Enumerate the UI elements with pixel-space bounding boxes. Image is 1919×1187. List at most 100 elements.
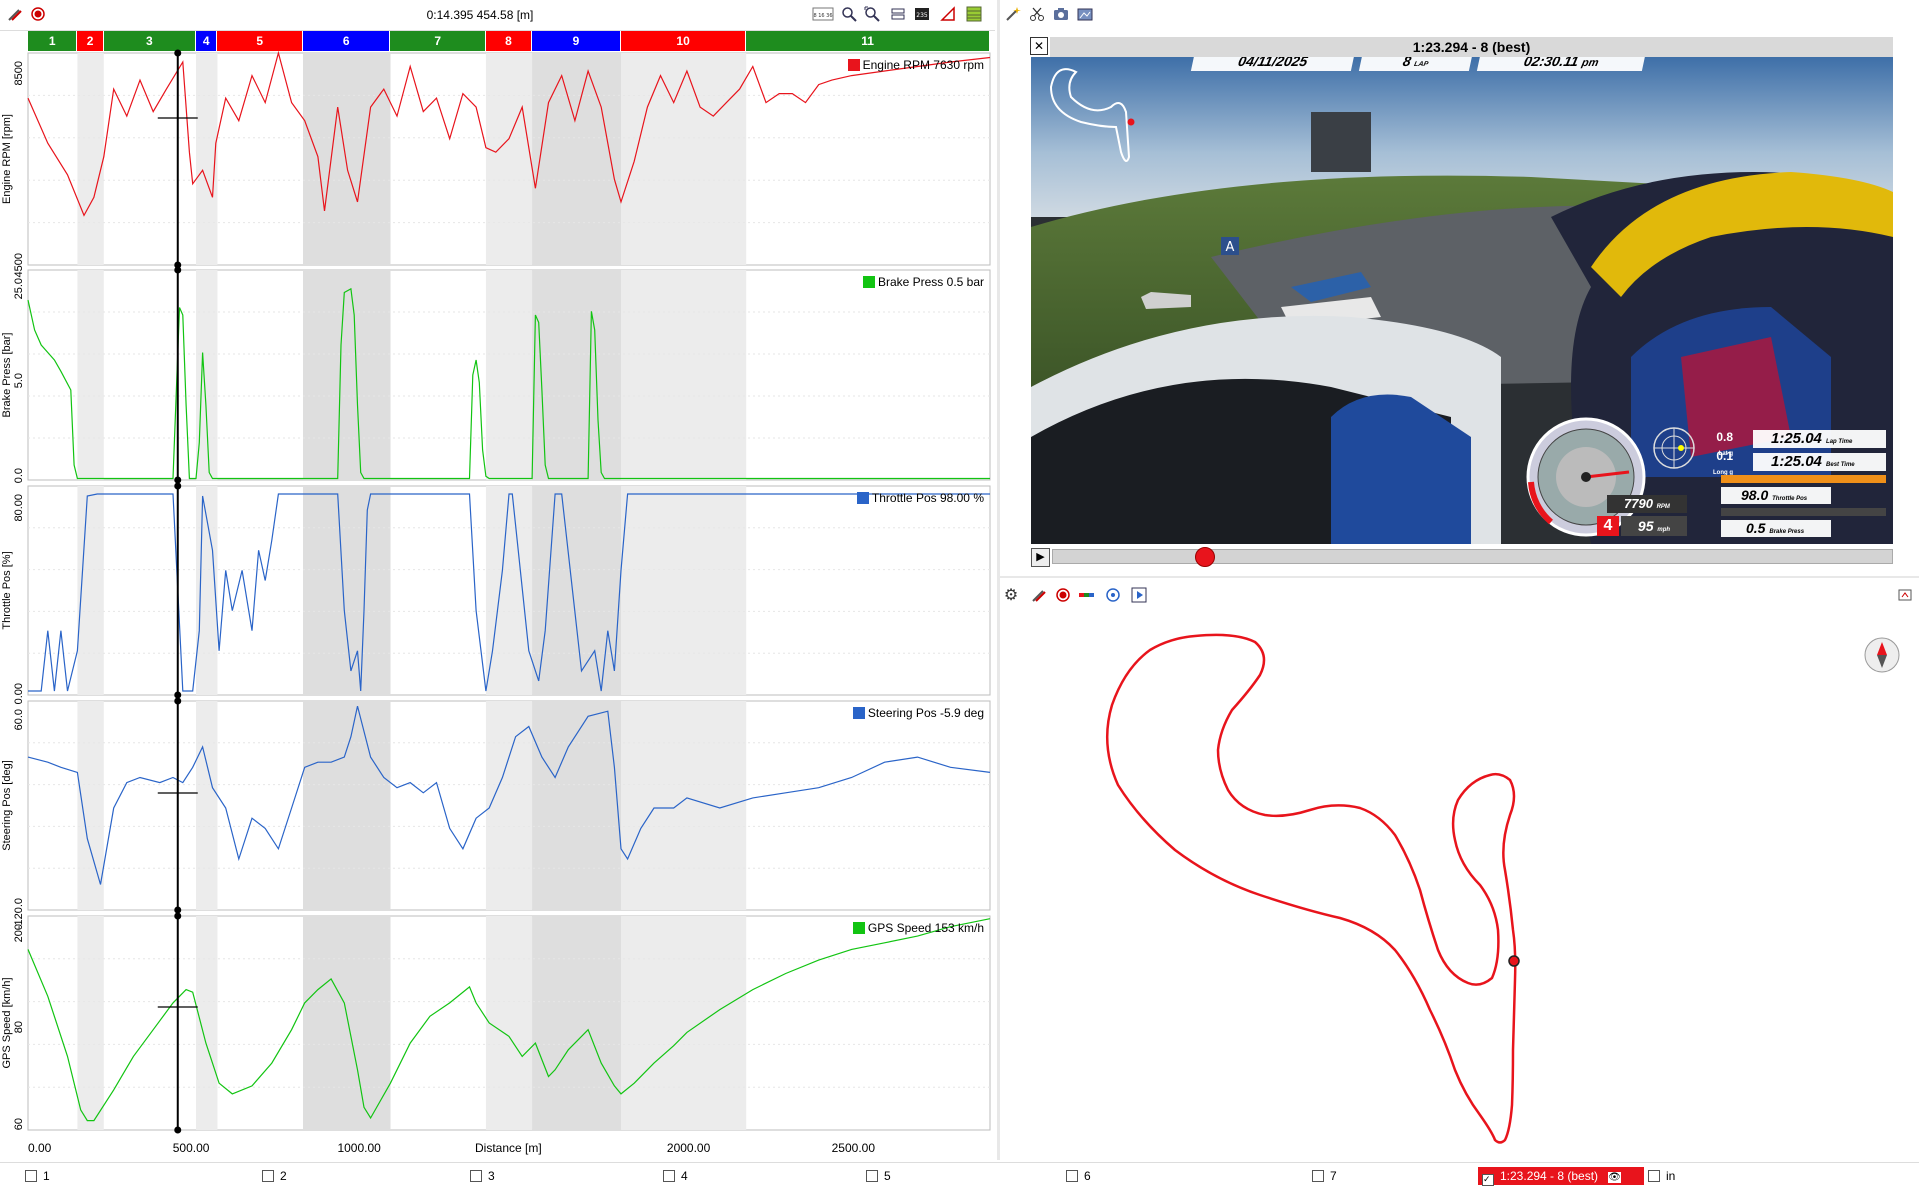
cursor-handle[interactable] — [174, 912, 182, 920]
hud-best-time: 1:25.04 Best Time — [1753, 453, 1886, 471]
onboard-video[interactable]: A 04/11/2025 8 LAP 02:30.11 pm 7790 RPM … — [1031, 57, 1893, 544]
color-bar-icon[interactable] — [1078, 587, 1096, 605]
x-tick-label: 1000.00 — [337, 1141, 381, 1155]
video-close-button[interactable]: ✕ — [1030, 37, 1048, 55]
lap-slot-6[interactable]: 6 — [1066, 1167, 1091, 1185]
hud-throttle: 98.0 Throttle Pos — [1721, 487, 1831, 504]
corner-band — [303, 916, 391, 1130]
compass-icon[interactable] — [1864, 637, 1900, 673]
hud-clock: 02:30.11 pm — [1476, 57, 1647, 71]
lap-slot-4[interactable]: 4 — [663, 1167, 688, 1185]
record-icon[interactable] — [1054, 587, 1072, 605]
slot-checkbox[interactable] — [663, 1170, 675, 1182]
corner-band — [532, 916, 622, 1130]
car-position-marker[interactable] — [1508, 955, 1520, 967]
lap-slot-3[interactable]: 3 — [470, 1167, 495, 1185]
pane-divider-horizontal[interactable] — [1000, 576, 1919, 578]
image-export-icon[interactable] — [1076, 6, 1094, 24]
video-play-button[interactable]: ▶ — [1031, 548, 1050, 567]
y-tick-label: 80.00 — [13, 494, 25, 522]
cursor-handle[interactable] — [174, 476, 182, 484]
cursor-handle[interactable] — [174, 266, 182, 274]
cursor-handle[interactable] — [174, 691, 182, 699]
video-title-bar: 1:23.294 - 8 (best) — [1050, 37, 1893, 57]
y-tick-label: 200 — [13, 924, 25, 942]
y-tick-label: 60.0 — [13, 709, 25, 730]
slot-label: 7 — [1330, 1169, 1337, 1183]
channel-name: Steering Pos — [867, 706, 940, 720]
corner-band — [532, 701, 622, 910]
y-tick-label: 0.0 — [13, 468, 25, 483]
corner-band — [621, 916, 747, 1130]
slot-checkbox[interactable] — [1312, 1170, 1324, 1182]
slot-checkbox-checked[interactable]: ✓ — [1482, 1174, 1494, 1186]
slot-checkbox[interactable] — [25, 1170, 37, 1182]
y-axis-label: GPS Speed [km/h] — [1, 977, 13, 1068]
y-tick-label: 0.00 — [13, 683, 25, 704]
y-tick-label: 4500 — [13, 253, 25, 277]
track-outline — [1105, 633, 1517, 1144]
y-axis-label: Throttle Pos [%] — [1, 551, 13, 629]
target-icon[interactable] — [1104, 587, 1122, 605]
lap-slot-1[interactable]: 1 — [25, 1167, 50, 1185]
hud-lap: 8 LAP — [1358, 57, 1474, 71]
map-toolbar: ⚙ — [1000, 585, 1919, 609]
lap-slot-in[interactable]: in — [1648, 1167, 1675, 1185]
channel-label-brake-press[interactable]: Brake Press 0.5 bar — [862, 275, 984, 289]
corner-band — [485, 486, 533, 695]
channel-value: 7630 rpm — [933, 58, 984, 72]
visibility-icon[interactable]: 👁 — [1608, 1172, 1621, 1183]
corner-band — [532, 270, 622, 480]
active-lap-label: 1:23.294 - 8 (best) — [1500, 1169, 1599, 1183]
channel-value: 98.00 % — [939, 491, 984, 505]
scrubber-handle[interactable] — [1195, 547, 1216, 567]
play-icon[interactable] — [1130, 587, 1148, 605]
channel-label-engine-rpm[interactable]: Engine RPM 7630 rpm — [847, 58, 984, 72]
lap-slot-5[interactable]: 5 — [866, 1167, 891, 1185]
cursor-handle[interactable] — [174, 482, 182, 490]
export-icon[interactable] — [1896, 587, 1914, 605]
lap-slot-7[interactable]: 7 — [1312, 1167, 1337, 1185]
channel-label-gps-speed[interactable]: GPS Speed 153 km/h — [852, 921, 984, 935]
corner-band — [77, 916, 104, 1130]
hud-brake: 0.5 Brake Press — [1721, 520, 1831, 537]
channel-charts[interactable]: 8500 4500 Engine RPM [rpm] 25.0 5.0 0.0 Brake … — [0, 0, 995, 1160]
channel-label-throttle-pos[interactable]: Throttle Pos 98.00 % — [856, 491, 984, 505]
channel-label-steering-pos[interactable]: Steering Pos -5.9 deg — [852, 706, 984, 720]
channel-name: Engine RPM — [862, 58, 934, 72]
corner-band — [77, 53, 104, 265]
scissors-icon[interactable] — [1028, 6, 1046, 24]
track-map[interactable] — [1000, 610, 1919, 1160]
slot-checkbox[interactable] — [1066, 1170, 1078, 1182]
cursor-handle[interactable] — [174, 49, 182, 57]
y-tick-label: 80 — [13, 1021, 25, 1033]
video-scrubber[interactable] — [1052, 547, 1893, 567]
cursor-handle[interactable] — [174, 906, 182, 914]
hud-speed: 95 mph — [1621, 516, 1687, 536]
magic-wand-icon[interactable] — [1004, 6, 1022, 24]
x-tick-label: 2000.00 — [666, 1141, 711, 1155]
slot-checkbox[interactable] — [262, 1170, 274, 1182]
slot-checkbox[interactable] — [1648, 1170, 1660, 1182]
hud-long-g: 0.1 Long g — [1713, 449, 1733, 476]
slot-checkbox[interactable] — [866, 1170, 878, 1182]
x-tick-label: 500.00 — [172, 1141, 210, 1155]
lap-slot-active[interactable]: ✓ 1:23.294 - 8 (best) 👁 — [1478, 1167, 1644, 1186]
y-tick-label: 25.0 — [13, 278, 25, 299]
slot-label: 6 — [1084, 1169, 1091, 1183]
gear-icon[interactable]: ⚙ — [1002, 587, 1020, 605]
slot-label: 4 — [681, 1169, 688, 1183]
tools-icon[interactable] — [1030, 587, 1048, 605]
corner-band — [621, 270, 747, 480]
cursor-handle[interactable] — [174, 697, 182, 705]
corner-band — [77, 270, 104, 480]
corner-band — [485, 53, 533, 265]
hud-date: 04/11/2025 — [1190, 57, 1356, 71]
corner-band — [485, 701, 533, 910]
corner-band — [77, 701, 104, 910]
cursor-handle[interactable] — [174, 1126, 182, 1134]
camera-icon[interactable] — [1052, 6, 1070, 24]
channel-name: Brake Press — [877, 275, 947, 289]
lap-slot-2[interactable]: 2 — [262, 1167, 287, 1185]
slot-checkbox[interactable] — [470, 1170, 482, 1182]
